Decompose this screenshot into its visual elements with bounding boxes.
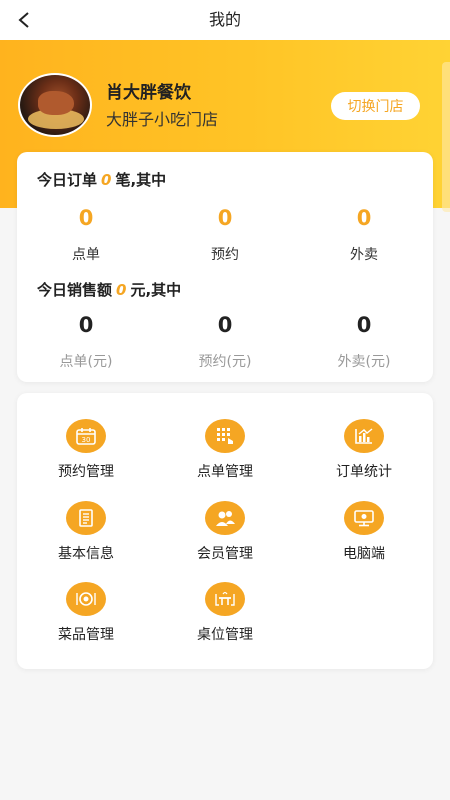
orders-takeaway-stat[interactable]: 0 外卖 — [295, 206, 433, 264]
table-icon — [205, 582, 245, 616]
top-nav-bar: 我的 — [0, 0, 450, 40]
orders-dine-in-stat[interactable]: 0 点单 — [17, 206, 155, 264]
svg-text:30: 30 — [82, 436, 91, 444]
reservation-management-button[interactable]: 30 预约管理 — [17, 419, 155, 481]
members-icon — [205, 501, 245, 535]
banner-edge-tab — [442, 62, 450, 212]
dish-icon — [66, 582, 106, 616]
keypad-icon — [205, 419, 245, 453]
function-menu-card: 30 预约管理 点单管理 订单统计 基本信息 会员管理 电脑端 菜品管理 桌位管… — [17, 393, 433, 669]
orders-reservation-stat[interactable]: 0 预约 — [156, 206, 294, 264]
page-title: 我的 — [208, 10, 241, 29]
calendar-icon: 30 — [66, 419, 106, 453]
desktop-client-button[interactable]: 电脑端 — [295, 501, 433, 563]
document-icon — [66, 501, 106, 535]
dish-management-button[interactable]: 菜品管理 — [17, 582, 155, 644]
sales-reservation-stat[interactable]: 0 预约(元) — [156, 313, 294, 371]
member-management-button[interactable]: 会员管理 — [156, 501, 294, 563]
orders-summary: 今日订单 0 笔,其中 — [37, 171, 167, 189]
sales-takeaway-stat[interactable]: 0 外卖(元) — [295, 313, 433, 371]
sales-amount: 0 — [116, 281, 127, 299]
order-statistics-button[interactable]: 订单统计 — [295, 419, 433, 481]
monitor-icon — [344, 501, 384, 535]
switch-store-button[interactable]: 切换门店 — [331, 92, 420, 120]
store-avatar — [18, 73, 92, 137]
sales-dine-in-stat[interactable]: 0 点单(元) — [17, 313, 155, 371]
basic-info-button[interactable]: 基本信息 — [17, 501, 155, 563]
store-name: 肖大胖餐饮 — [106, 83, 191, 103]
sales-summary: 今日销售额 0 元,其中 — [37, 281, 182, 299]
table-management-button[interactable]: 桌位管理 — [156, 582, 294, 644]
order-management-button[interactable]: 点单管理 — [156, 419, 294, 481]
store-branch: 大胖子小吃门店 — [106, 110, 219, 129]
chart-icon — [344, 419, 384, 453]
orders-count: 0 — [101, 171, 112, 189]
today-stats-card: 今日订单 0 笔,其中 0 点单 0 预约 0 外卖 今日销售额 0 元,其中 0 点单… — [17, 152, 433, 382]
